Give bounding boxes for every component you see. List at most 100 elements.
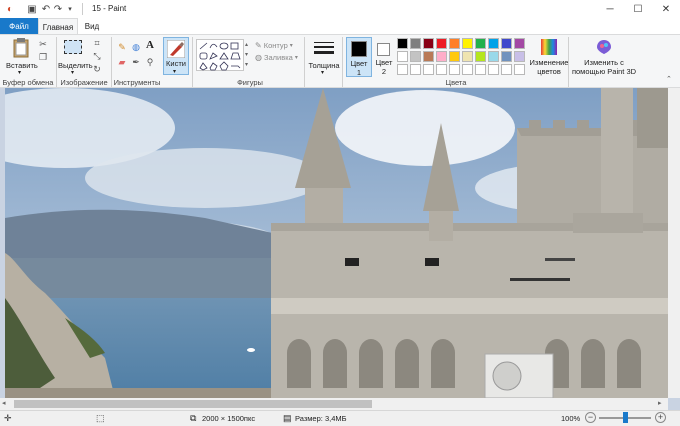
group-separator <box>56 37 57 87</box>
text-icon[interactable]: A <box>145 39 155 51</box>
palette-swatch[interactable] <box>410 64 421 75</box>
palette-swatch[interactable] <box>514 38 525 49</box>
clipboard-group-label: Буфер обмена <box>2 78 54 87</box>
pencil-icon[interactable]: ✎ <box>117 42 127 52</box>
magnifier-icon[interactable]: ⚲ <box>145 57 155 67</box>
crop-icon[interactable]: ⌗ <box>92 38 102 48</box>
cut-icon[interactable]: ✂ <box>38 39 48 49</box>
save-icon[interactable]: ▣ <box>26 3 38 15</box>
outline-label: Контур <box>263 40 288 50</box>
tab-home[interactable]: Главная <box>38 18 78 35</box>
palette-swatch[interactable] <box>462 51 473 62</box>
palette-swatch[interactable] <box>423 38 434 49</box>
rotate-icon[interactable]: ↻ <box>92 64 102 74</box>
color-picker-icon[interactable]: ✒ <box>131 57 141 67</box>
scroll-right-icon[interactable]: ▸ <box>658 399 662 407</box>
size-dropdown-icon: ▾ <box>321 70 325 76</box>
palette-swatch[interactable] <box>436 64 447 75</box>
palette-swatch[interactable] <box>397 64 408 75</box>
palette-swatch[interactable] <box>423 64 434 75</box>
palette-swatch[interactable] <box>488 64 499 75</box>
palette-swatch[interactable] <box>501 38 512 49</box>
palette-swatch[interactable] <box>410 38 421 49</box>
colors-group-label: Цвета <box>445 78 467 87</box>
redo-icon[interactable]: ↷ <box>52 3 64 15</box>
palette-swatch[interactable] <box>475 51 486 62</box>
image-canvas[interactable] <box>5 88 668 398</box>
zoom-slider-thumb[interactable] <box>622 412 628 423</box>
palette-swatch[interactable] <box>475 64 486 75</box>
horizontal-scrollbar[interactable]: ◂ ▸ <box>0 398 668 410</box>
palette-swatch[interactable] <box>462 64 473 75</box>
palette-swatch[interactable] <box>449 64 460 75</box>
collapse-ribbon-icon[interactable]: ⌃ <box>666 75 672 83</box>
zoom-in-button[interactable]: + <box>655 412 666 423</box>
ribbon-tabs: Файл Главная Вид <box>0 18 680 35</box>
group-separator <box>192 37 193 87</box>
paint3d-button[interactable]: Изменить с помощью Paint 3D <box>572 37 636 77</box>
fill-icon[interactable]: ◍ <box>131 42 141 52</box>
color2-label-line2: 2 <box>381 67 387 76</box>
palette-swatch[interactable] <box>462 38 473 49</box>
tab-view[interactable]: Вид <box>78 18 106 34</box>
image-dimensions: 2000 × 1500пкс <box>202 414 256 423</box>
brushes-button[interactable]: Кисти ▾ <box>163 37 189 75</box>
shapes-scroll-down-icon[interactable]: ▾ <box>245 51 248 58</box>
select-button[interactable]: Выделить ▾ <box>58 38 93 76</box>
group-separator <box>568 37 569 87</box>
palette-swatch[interactable] <box>436 51 447 62</box>
image-group-label: Изображение <box>60 78 108 87</box>
palette-swatch[interactable] <box>501 51 512 62</box>
fill-dropdown[interactable]: ◍ Заливка ▾ <box>255 52 303 62</box>
palette-swatch[interactable] <box>488 38 499 49</box>
palette-swatch[interactable] <box>501 64 512 75</box>
shapes-expand-icon[interactable]: ▾ <box>245 61 248 68</box>
quick-access-dropdown-icon[interactable]: ▾ <box>64 3 76 15</box>
zoom-out-button[interactable]: − <box>585 412 596 423</box>
scroll-left-icon[interactable]: ◂ <box>2 399 6 407</box>
size-line-thick <box>314 51 334 54</box>
undo-icon[interactable]: ↶ <box>40 3 52 15</box>
cursor-position-icon: ✛ <box>4 413 12 423</box>
edit-colors-label-line2: цветов <box>537 67 561 76</box>
palette-swatch[interactable] <box>449 51 460 62</box>
eraser-icon[interactable]: ▰ <box>117 57 127 67</box>
title-bar: ◐ ▣ ↶ ↷ ▾ 15 - Paint ─ ☐ ✕ <box>0 0 680 18</box>
close-button[interactable]: ✕ <box>652 0 680 18</box>
resize-icon[interactable]: ⤡ <box>92 51 102 61</box>
palette-swatch[interactable] <box>449 38 460 49</box>
edit-colors-icon <box>541 39 557 55</box>
color1-label-line1: Цвет <box>350 59 368 68</box>
paint-app-icon: ◐ <box>6 3 14 15</box>
fill-dropdown-icon: ▾ <box>294 54 298 61</box>
palette-swatch[interactable] <box>423 51 434 62</box>
paste-button[interactable]: Вставить ▾ <box>6 38 38 76</box>
paint3d-label-line2: помощью Paint 3D <box>571 67 637 76</box>
vertical-scrollbar[interactable] <box>668 88 680 398</box>
copy-icon[interactable]: ❐ <box>38 52 48 62</box>
color2-button[interactable]: Цвет 2 <box>374 37 394 77</box>
palette-swatch[interactable] <box>410 51 421 62</box>
size-button[interactable]: Толщина ▾ <box>308 38 340 76</box>
tab-file[interactable]: Файл <box>0 18 38 34</box>
outline-dropdown[interactable]: ✎ Контур ▾ <box>255 40 303 50</box>
palette-swatch[interactable] <box>397 51 408 62</box>
color1-label-line2: 1 <box>356 68 362 77</box>
zoom-level: 100% <box>561 414 581 423</box>
palette-swatch[interactable] <box>436 38 447 49</box>
palette-swatch[interactable] <box>514 51 525 62</box>
edit-colors-button[interactable]: Изменение цветов <box>530 37 568 77</box>
status-bar: ✛ ⬚ ⧉ 2000 × 1500пкс ▤ Размер: 3,4МБ 100… <box>0 410 680 426</box>
maximize-button[interactable]: ☐ <box>624 0 652 18</box>
shapes-scroll-up-icon[interactable]: ▴ <box>245 41 248 48</box>
palette-swatch[interactable] <box>514 64 525 75</box>
paste-dropdown-icon: ▾ <box>18 70 22 76</box>
minimize-button[interactable]: ─ <box>596 0 624 18</box>
palette-swatch[interactable] <box>397 38 408 49</box>
file-size: Размер: 3,4МБ <box>295 414 347 423</box>
palette-swatch[interactable] <box>488 51 499 62</box>
palette-swatch[interactable] <box>475 38 486 49</box>
horizontal-scroll-thumb[interactable] <box>14 400 372 408</box>
shapes-gallery[interactable] <box>196 39 244 71</box>
color1-button[interactable]: Цвет 1 <box>346 37 372 77</box>
